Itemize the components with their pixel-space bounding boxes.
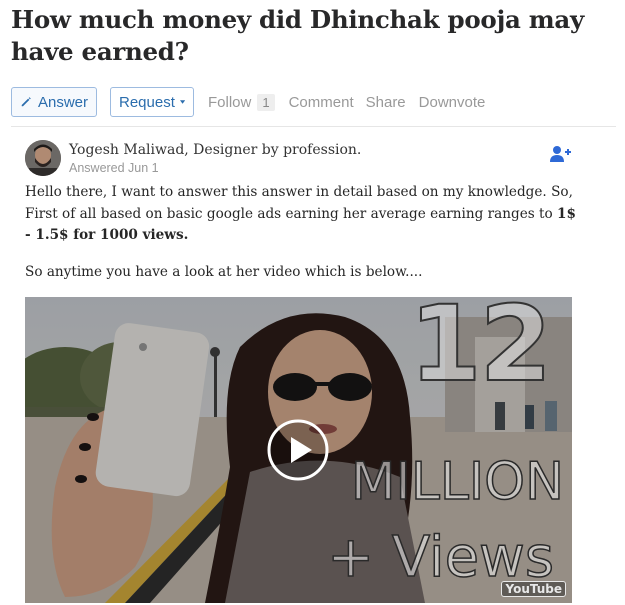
answer-paragraph-2: So anytime you have a look at her video … xyxy=(25,264,423,280)
question-action-bar: Answer Request Follow 1 Comment Share Do… xyxy=(11,87,485,117)
question-title[interactable]: How much money did Dhinchak pooja may ha… xyxy=(11,4,616,68)
answer-author: Yogesh Maliwad, Designer by profession. xyxy=(69,142,361,158)
follow-label: Follow xyxy=(208,93,252,111)
downvote-button[interactable]: Downvote xyxy=(419,94,486,111)
avatar[interactable] xyxy=(25,140,61,176)
answered-date[interactable]: Answered Jun 1 xyxy=(69,161,159,175)
comment-button[interactable]: Comment xyxy=(289,94,354,111)
follow-button[interactable]: Follow 1 xyxy=(208,93,275,111)
divider xyxy=(11,126,616,127)
answer-button-label: Answer xyxy=(37,93,88,111)
request-button[interactable]: Request xyxy=(110,87,194,117)
author-credential: , Designer by profession. xyxy=(184,142,362,158)
chevron-down-icon xyxy=(179,100,185,104)
avatar-image xyxy=(25,140,61,176)
add-user-icon[interactable] xyxy=(549,145,571,163)
video-overlay-number: 12 xyxy=(408,297,553,406)
follow-count-badge: 1 xyxy=(257,93,275,111)
author-name-link[interactable]: Yogesh Maliwad xyxy=(69,142,184,158)
play-icon[interactable] xyxy=(267,419,329,481)
video-overlay-million: MILLION xyxy=(350,451,565,513)
answer-paragraph-1-text: Hello there, I want to answer this answe… xyxy=(25,184,573,222)
answer-button[interactable]: Answer xyxy=(11,87,97,117)
youtube-logo[interactable]: YouTube xyxy=(501,581,566,597)
request-button-label: Request xyxy=(119,93,175,111)
pencil-icon xyxy=(21,97,31,107)
embedded-video[interactable]: 12 MILLION + Views YouTube xyxy=(25,297,572,603)
answer-paragraph-1: Hello there, I want to answer this answe… xyxy=(25,182,585,247)
share-button[interactable]: Share xyxy=(366,94,406,111)
